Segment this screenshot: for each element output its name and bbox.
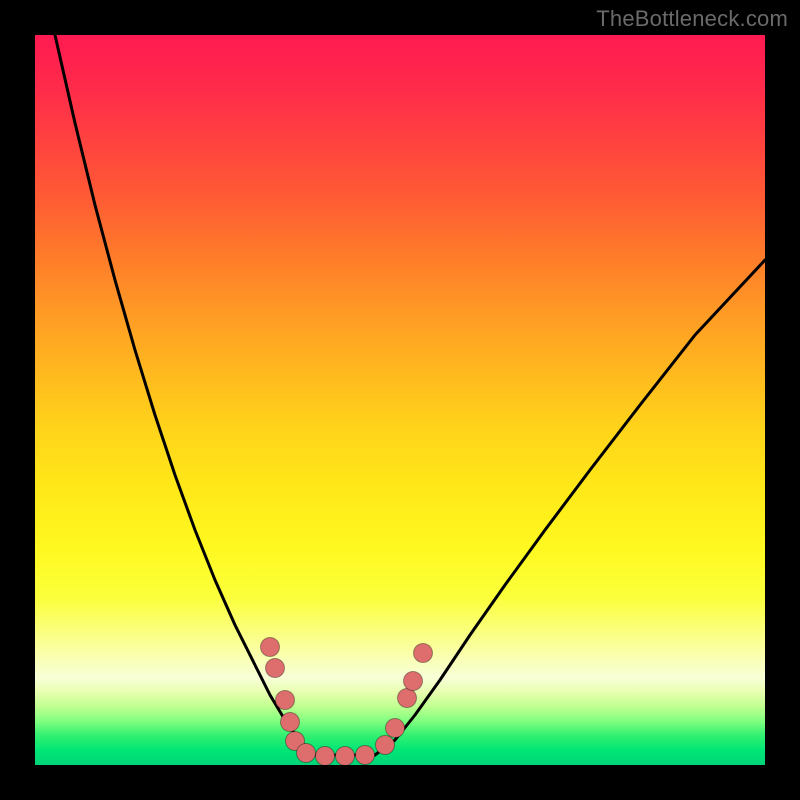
data-marker bbox=[386, 719, 405, 738]
data-marker bbox=[297, 744, 316, 763]
plot-area bbox=[35, 35, 765, 765]
curve-right-curve bbox=[375, 260, 765, 755]
data-marker bbox=[414, 644, 433, 663]
watermark-text: TheBottleneck.com bbox=[596, 6, 788, 32]
data-marker bbox=[398, 689, 417, 708]
marker-group bbox=[261, 638, 433, 766]
data-marker bbox=[316, 747, 335, 766]
chart-frame: TheBottleneck.com bbox=[0, 0, 800, 800]
data-marker bbox=[266, 659, 285, 678]
data-marker bbox=[356, 746, 375, 765]
data-marker bbox=[276, 691, 295, 710]
data-marker bbox=[336, 747, 355, 766]
data-marker bbox=[281, 713, 300, 732]
data-marker bbox=[404, 672, 423, 691]
curve-group bbox=[55, 35, 765, 755]
chart-svg bbox=[35, 35, 765, 765]
data-marker bbox=[376, 736, 395, 755]
data-marker bbox=[261, 638, 280, 657]
